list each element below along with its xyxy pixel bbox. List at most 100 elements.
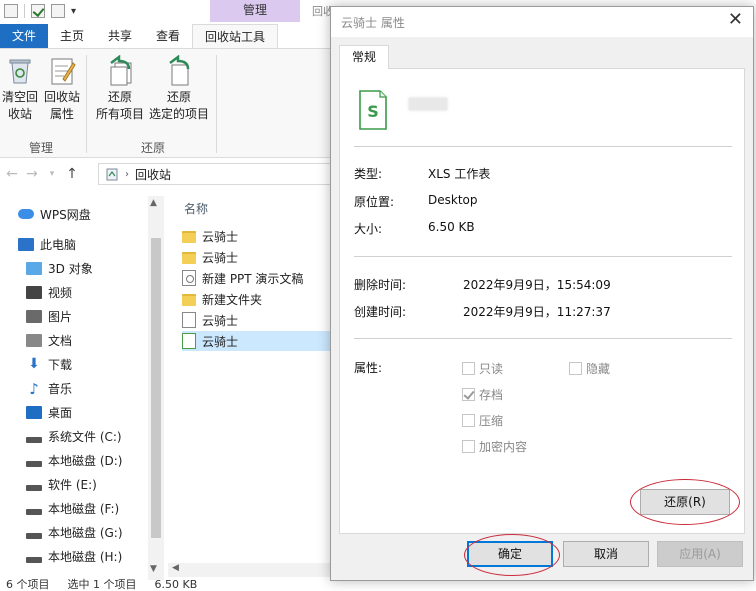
recent-dropdown-icon[interactable]: ▾ bbox=[42, 169, 62, 179]
xls-file-icon bbox=[182, 333, 196, 349]
navigation-bar: ← → ▾ ↑ › 回收站 bbox=[0, 160, 340, 188]
file-row[interactable]: 云骑士 bbox=[182, 310, 340, 330]
checkbox-box[interactable] bbox=[462, 414, 475, 427]
sidebar-item[interactable]: 此电脑 bbox=[18, 234, 76, 254]
readonly-checkbox[interactable]: 只读 bbox=[462, 360, 503, 377]
folder-file-icon bbox=[182, 252, 196, 264]
drive-icon bbox=[26, 533, 42, 539]
sidebar-item[interactable]: 图片 bbox=[26, 306, 72, 326]
sidebar-item[interactable]: 本地磁盘 (H:) bbox=[26, 546, 122, 566]
type-value: XLS 工作表 bbox=[428, 167, 491, 181]
breadcrumb-chevron-icon[interactable]: › bbox=[125, 169, 129, 180]
file-row[interactable]: 云骑士 bbox=[182, 331, 340, 351]
item-count: 6 个项目 bbox=[6, 578, 50, 591]
hidden-checkbox[interactable]: 隐藏 bbox=[569, 360, 610, 377]
checkbox-box[interactable] bbox=[462, 362, 475, 375]
tab-share[interactable]: 共享 bbox=[96, 24, 144, 48]
ok-button[interactable]: 确定 bbox=[467, 541, 553, 567]
file-list: 名称 云骑士 云骑士 新建 PPT 演示文稿 新建文件夹 云骑士 云骑士 bbox=[172, 196, 340, 576]
sidebar-item-label: 图片 bbox=[48, 309, 73, 324]
checkbox-box-checked[interactable] bbox=[462, 388, 475, 401]
selected-count: 选中 1 个项目 bbox=[67, 578, 137, 591]
close-icon[interactable]: ✕ bbox=[728, 10, 743, 30]
original-location-label: 原位置: bbox=[354, 195, 395, 209]
properties-dialog: 云骑士 属性 ✕ 常规 S 类型: XLS 工作表 原位置: Desktop 大… bbox=[330, 6, 754, 581]
scrollbar-thumb[interactable] bbox=[151, 238, 161, 538]
computer-icon bbox=[18, 237, 34, 251]
sidebar-item[interactable]: 系统文件 (C:) bbox=[26, 426, 122, 446]
selected-size: 6.50 KB bbox=[154, 578, 198, 591]
new-folder-quick-icon[interactable] bbox=[51, 4, 65, 18]
sidebar-item-label: 下载 bbox=[48, 357, 73, 372]
created-time-value: 2022年9月9日，11:27:37 bbox=[463, 305, 611, 319]
file-row[interactable]: 新建文件夹 bbox=[182, 289, 340, 309]
sidebar-item[interactable]: 本地磁盘 (D:) bbox=[26, 450, 122, 470]
tab-view[interactable]: 查看 bbox=[144, 24, 192, 48]
compress-checkbox[interactable]: 压缩 bbox=[462, 412, 503, 429]
sidebar-item[interactable]: 软件 (E:) bbox=[26, 474, 97, 494]
ribbon-panel: 清空回 收站 回收站 属性 还原 所有项目 还原 选定的项目 管理 还原 bbox=[0, 48, 340, 158]
ribbon-group-manage-label: 管理 bbox=[29, 141, 54, 155]
restore-button[interactable]: 还原(R) bbox=[640, 489, 730, 515]
toolbar-divider bbox=[24, 4, 25, 18]
restore-all-button[interactable]: 还原 所有项目 bbox=[96, 55, 144, 123]
scroll-down-icon[interactable]: ▼ bbox=[150, 564, 157, 574]
recycle-bin-properties-button[interactable]: 回收站 属性 bbox=[44, 55, 80, 123]
column-header-name[interactable]: 名称 bbox=[184, 200, 208, 217]
svg-text:S: S bbox=[367, 102, 379, 121]
sidebar-item[interactable]: ⬇ 下载 bbox=[26, 354, 72, 374]
tab-recycle-bin-tools[interactable]: 回收站工具 bbox=[192, 24, 279, 48]
drive-icon bbox=[26, 509, 42, 515]
divider bbox=[354, 146, 732, 147]
properties-quick-icon[interactable] bbox=[4, 4, 18, 18]
ribbon-group-divider bbox=[86, 55, 87, 153]
forward-arrow-icon[interactable]: → bbox=[22, 166, 42, 182]
checkbox-box[interactable] bbox=[569, 362, 582, 375]
scroll-left-icon[interactable]: ◀ bbox=[172, 563, 179, 573]
drive-icon bbox=[26, 437, 42, 443]
scroll-up-icon[interactable]: ▲ bbox=[150, 198, 157, 208]
size-value: 6.50 KB bbox=[428, 220, 475, 234]
file-row[interactable]: 新建 PPT 演示文稿 bbox=[182, 268, 340, 288]
sidebar-item-label: 桌面 bbox=[48, 405, 73, 420]
picture-icon bbox=[26, 309, 42, 323]
sidebar-item-label: 视频 bbox=[48, 285, 73, 300]
sidebar-item[interactable]: ♪ 音乐 bbox=[26, 378, 72, 398]
back-arrow-icon[interactable]: ← bbox=[2, 166, 22, 182]
sidebar-item[interactable]: 视频 bbox=[26, 282, 72, 302]
sidebar-item[interactable]: WPS网盘 bbox=[18, 204, 91, 224]
sidebar-item[interactable]: 本地磁盘 (G:) bbox=[26, 522, 123, 542]
navigation-scrollbar[interactable]: ▲ ▼ bbox=[148, 196, 164, 580]
file-row[interactable]: 云骑士 bbox=[182, 247, 340, 267]
file-name: 云骑士 bbox=[202, 334, 239, 349]
encrypt-checkbox[interactable]: 加密内容 bbox=[462, 438, 527, 455]
archive-checkbox[interactable]: 存档 bbox=[462, 386, 503, 403]
sidebar-item-label: 文档 bbox=[48, 333, 73, 348]
file-row[interactable]: 云骑士 bbox=[182, 226, 340, 246]
restore-selected-button[interactable]: 还原 选定的项目 bbox=[149, 55, 209, 123]
tab-file[interactable]: 文件 bbox=[0, 24, 48, 48]
context-tab-manage[interactable]: 管理 bbox=[210, 0, 300, 22]
tab-general[interactable]: 常规 bbox=[339, 45, 389, 69]
checkmark-quick-icon[interactable] bbox=[31, 4, 45, 18]
sidebar-item[interactable]: 文档 bbox=[26, 330, 72, 350]
customize-dropdown-icon[interactable]: ▾ bbox=[71, 6, 76, 17]
cube-icon bbox=[26, 261, 42, 275]
address-field[interactable]: › 回收站 bbox=[98, 163, 340, 185]
navigation-pane: WPS网盘此电脑 3D 对象视频图片文档 ⬇ 下载 ♪ 音乐桌面系统文件 (C:) 本地磁盘… bbox=[0, 196, 150, 576]
file-list-horizontal-scrollbar[interactable]: ◀ bbox=[168, 563, 340, 577]
apply-button[interactable]: 应用(A) bbox=[657, 541, 743, 567]
sidebar-item[interactable]: 桌面 bbox=[26, 402, 72, 422]
tab-home[interactable]: 主页 bbox=[48, 24, 96, 48]
sidebar-item[interactable]: 3D 对象 bbox=[26, 258, 93, 278]
sidebar-item[interactable]: 本地磁盘 (F:) bbox=[26, 498, 119, 518]
up-arrow-icon[interactable]: ↑ bbox=[62, 166, 82, 182]
download-icon: ⬇ bbox=[28, 356, 40, 372]
status-bar: 6 个项目 选中 1 个项目 6.50 KB bbox=[0, 578, 340, 591]
doc-file-icon bbox=[182, 312, 196, 328]
cancel-button[interactable]: 取消 bbox=[563, 541, 649, 567]
breadcrumb-recycle-bin[interactable]: 回收站 bbox=[135, 166, 171, 183]
recycle-bin-icon bbox=[106, 168, 118, 181]
checkbox-box[interactable] bbox=[462, 440, 475, 453]
empty-recycle-bin-button[interactable]: 清空回 收站 bbox=[2, 55, 38, 123]
